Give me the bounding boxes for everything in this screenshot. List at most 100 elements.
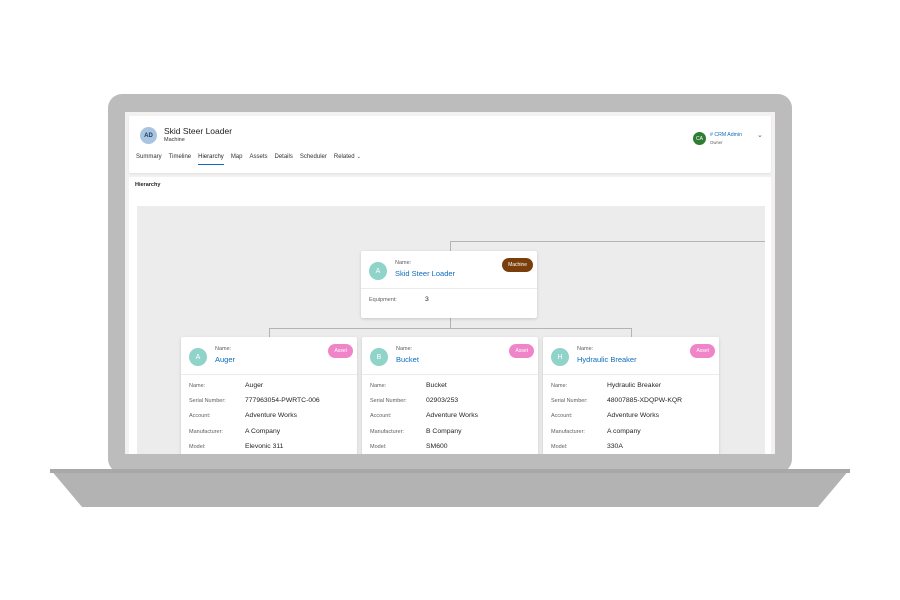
field-value: 48007885-XDQPW-KQR [607, 397, 683, 404]
tab-hierarchy[interactable]: Hierarchy [198, 154, 224, 165]
field-row: Account: Adventure Works [189, 412, 297, 419]
machine-badge: Machine [502, 258, 533, 272]
field-value: 777963054-PWRTC-006 [245, 397, 320, 404]
node-name-label: Name: [577, 346, 594, 352]
panel-title: Hierarchy [135, 182, 161, 188]
card-divider [361, 288, 537, 289]
child-node-card[interactable]: B Name: Bucket Asset Name: Bucket Serial … [362, 337, 538, 454]
equipment-count: 3 [425, 296, 429, 303]
field-row: Account: Adventure Works [551, 412, 659, 419]
child-node-card[interactable]: A Name: Auger Asset Name: Auger Serial Nu… [181, 337, 357, 454]
field-row: Name: Hydraulic Breaker [551, 382, 661, 389]
field-row: Manufacturer: A Company [189, 428, 280, 435]
field-label: Serial Number: [551, 398, 588, 404]
field-label: Name: [551, 383, 568, 389]
record-entity-type: Machine [164, 137, 185, 143]
field-label: Manufacturer: [551, 429, 585, 435]
field-value: SM600 [426, 443, 448, 450]
node-avatar: H [551, 348, 569, 366]
field-row: Model: 330A [551, 443, 623, 450]
laptop-base-edge [50, 469, 850, 473]
owner-role-label: Owner [710, 140, 723, 145]
node-name-label: Name: [396, 346, 413, 352]
card-divider [362, 374, 538, 375]
tab-summary[interactable]: Summary [136, 154, 162, 165]
node-name-link[interactable]: Auger [215, 355, 235, 364]
tab-related[interactable]: Related ⌄ [334, 154, 361, 165]
field-value: Adventure Works [426, 412, 479, 419]
root-node-card[interactable]: A Name: Skid Steer Loader Machine Equipm… [361, 251, 537, 318]
field-label: Manufacturer: [370, 429, 404, 435]
field-row: Serial Number: 02903/253 [370, 397, 458, 404]
asset-badge: Asset [509, 344, 534, 358]
tab-assets[interactable]: Assets [249, 154, 267, 165]
tab-details[interactable]: Details [275, 154, 293, 165]
child-node-card[interactable]: H Name: Hydraulic Breaker Asset Name: Hyd… [543, 337, 719, 454]
field-value: A company [607, 428, 641, 435]
hierarchy-panel: Hierarchy A Name: Skid Steer Loader Mach… [129, 177, 771, 454]
app-screen: AD Skid Steer Loader Machine Summary Tim… [125, 112, 775, 454]
field-row: Model: SM600 [370, 443, 448, 450]
field-value: Auger [245, 382, 264, 389]
owner-avatar: CA [693, 132, 706, 145]
chevron-down-icon: ⌄ [356, 154, 361, 160]
field-value: A Company [245, 428, 281, 435]
field-label: Model: [189, 444, 206, 450]
record-title: Skid Steer Loader [164, 126, 233, 136]
tab-map[interactable]: Map [231, 154, 243, 165]
field-label: Account: [551, 413, 573, 419]
field-label: Serial Number: [370, 398, 407, 404]
laptop-base [50, 469, 850, 507]
connector-line [269, 328, 270, 337]
record-tabs: Summary Timeline Hierarchy Map Assets De… [136, 154, 361, 165]
node-name-label: Name: [395, 260, 412, 266]
field-row: Manufacturer: B Company [370, 428, 462, 435]
node-name-link[interactable]: Bucket [396, 355, 419, 364]
field-label: Account: [189, 413, 211, 419]
connector-line [450, 241, 765, 242]
field-value: Adventure Works [607, 412, 660, 419]
connector-line [450, 241, 451, 251]
node-avatar: A [369, 262, 387, 280]
field-label: Model: [551, 444, 568, 450]
field-value: B Company [426, 428, 462, 435]
field-row: Name: Bucket [370, 382, 447, 389]
field-row: Name: Auger [189, 382, 263, 389]
field-label: Serial Number: [189, 398, 226, 404]
field-label: Model: [370, 444, 387, 450]
card-divider [181, 374, 357, 375]
equipment-label: Equipment: [369, 297, 397, 303]
field-value: Adventure Works [245, 412, 298, 419]
tab-scheduler[interactable]: Scheduler [300, 154, 327, 165]
tab-timeline[interactable]: Timeline [169, 154, 191, 165]
connector-line [450, 318, 451, 328]
asset-badge: Asset [328, 344, 353, 358]
node-name-link[interactable]: Hydraulic Breaker [577, 355, 637, 364]
field-label: Manufacturer: [189, 429, 223, 435]
field-value: Elevonic 311 [245, 443, 284, 450]
connector-line [269, 328, 631, 329]
field-row: Manufacturer: A company [551, 428, 641, 435]
node-avatar: B [370, 348, 388, 366]
owner-name-link[interactable]: # CRM Admin [710, 132, 742, 138]
field-label: Name: [189, 383, 206, 389]
field-row: Serial Number: 48007885-XDQPW-KQR [551, 397, 682, 404]
connector-line [631, 328, 632, 337]
field-label: Name: [370, 383, 387, 389]
field-row: Model: Elevonic 311 [189, 443, 283, 450]
field-row: Serial Number: 777963054-PWRTC-006 [189, 397, 320, 404]
field-value: 330A [607, 443, 623, 450]
asset-badge: Asset [690, 344, 715, 358]
node-name-link[interactable]: Skid Steer Loader [395, 269, 455, 278]
hierarchy-canvas[interactable]: A Name: Skid Steer Loader Machine Equipm… [137, 206, 765, 454]
field-row: Account: Adventure Works [370, 412, 478, 419]
field-value: Bucket [426, 382, 447, 389]
expand-header-chevron-icon[interactable]: ⌄ [757, 131, 763, 139]
equipment-row: Equipment: 3 [369, 296, 429, 303]
record-header: AD Skid Steer Loader Machine Summary Tim… [129, 116, 771, 173]
node-name-label: Name: [215, 346, 232, 352]
tab-related-label: Related [333, 154, 355, 160]
card-divider [543, 374, 719, 375]
field-label: Account: [370, 413, 392, 419]
node-avatar: A [189, 348, 207, 366]
